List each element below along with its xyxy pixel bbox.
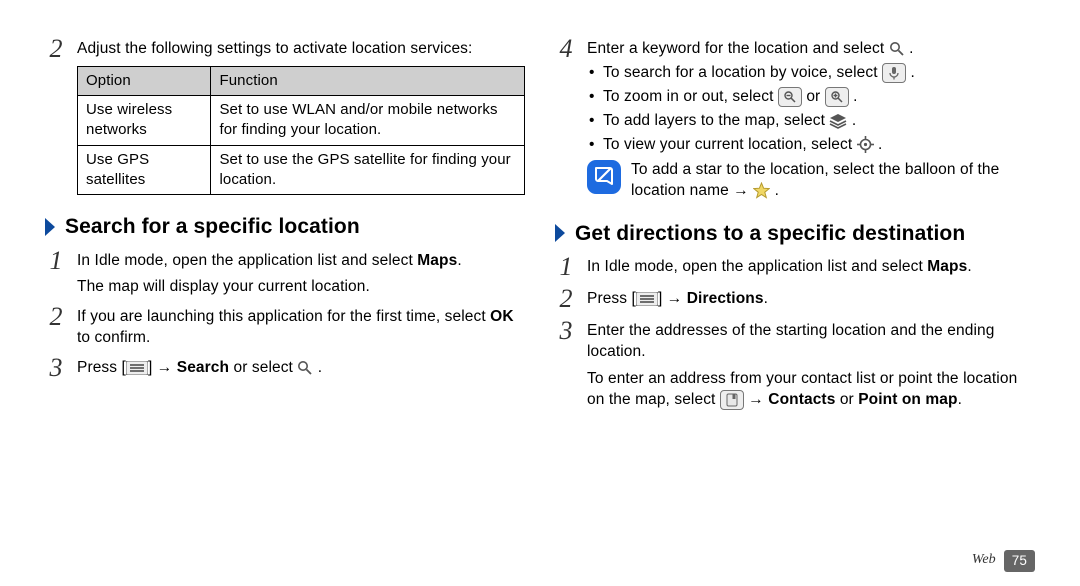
step-number: 2 [555, 286, 577, 312]
list-item: To zoom in or out, select or . [589, 87, 1035, 108]
section-heading: Get directions to a specific destination [555, 220, 1035, 248]
chevron-right-icon [45, 218, 55, 236]
step-text: Enter the addresses of the starting loca… [587, 318, 1035, 411]
zoom-in-icon [825, 87, 849, 107]
zoom-out-icon [778, 87, 802, 107]
step-number: 1 [555, 254, 577, 280]
left-column: 2 Adjust the following settings to activ… [45, 30, 525, 540]
table-cell: Use wireless networks [78, 96, 211, 146]
table-header: Function [211, 66, 525, 95]
table-cell: Set to use WLAN and/or mobile networks f… [211, 96, 525, 146]
settings-table: Option Function Use wireless networks Se… [77, 66, 525, 195]
menu-icon [126, 361, 148, 375]
step-text: Adjust the following settings to activat… [77, 39, 525, 60]
table-cell: Use GPS satellites [78, 145, 211, 195]
search-icon [297, 360, 313, 376]
page-footer: Web 75 [972, 550, 1035, 572]
chevron-right-icon [555, 224, 565, 242]
bookmark-tab-icon [720, 390, 744, 410]
step-number: 3 [45, 355, 67, 381]
heading-text: Search for a specific location [65, 215, 360, 238]
note-icon [587, 160, 621, 194]
table-header: Option [78, 66, 211, 95]
step-number: 2 [45, 304, 67, 349]
list-item: To add layers to the map, select . [589, 111, 1035, 132]
section-heading: Search for a specific location [45, 213, 525, 241]
footer-section: Web [972, 551, 996, 570]
right-column: 4 Enter a keyword for the location and s… [555, 30, 1035, 540]
list-item: To view your current location, select . [589, 135, 1035, 156]
page-number: 75 [1004, 550, 1035, 572]
step-number: 2 [45, 36, 67, 199]
step-text: Enter a keyword for the location and sel… [587, 36, 1035, 206]
star-icon [753, 182, 770, 199]
list-item: To search for a location by voice, selec… [589, 63, 1035, 84]
my-location-icon [857, 136, 874, 153]
step-number: 3 [555, 318, 577, 411]
note-text: To add a star to the location, select th… [631, 160, 1035, 202]
search-icon [889, 41, 905, 57]
step-text: In Idle mode, open the application list … [77, 248, 525, 299]
step-text: If you are launching this application fo… [77, 304, 525, 349]
table-row: Use GPS satellites Set to use the GPS sa… [78, 145, 525, 195]
table-cell: Set to use the GPS satellite for finding… [211, 145, 525, 195]
menu-icon [636, 292, 658, 306]
step-number: 1 [45, 248, 67, 299]
period: . [313, 359, 322, 376]
microphone-icon [882, 63, 906, 83]
step-text: Press [] → Search or select . [77, 355, 525, 381]
step-text: Press [] → Directions. [587, 286, 1035, 312]
heading-text: Get directions to a specific destination [575, 222, 965, 245]
table-row: Use wireless networks Set to use WLAN an… [78, 96, 525, 146]
step-text: In Idle mode, open the application list … [587, 254, 1035, 280]
step-number: 4 [555, 36, 577, 206]
layers-icon [829, 113, 847, 129]
